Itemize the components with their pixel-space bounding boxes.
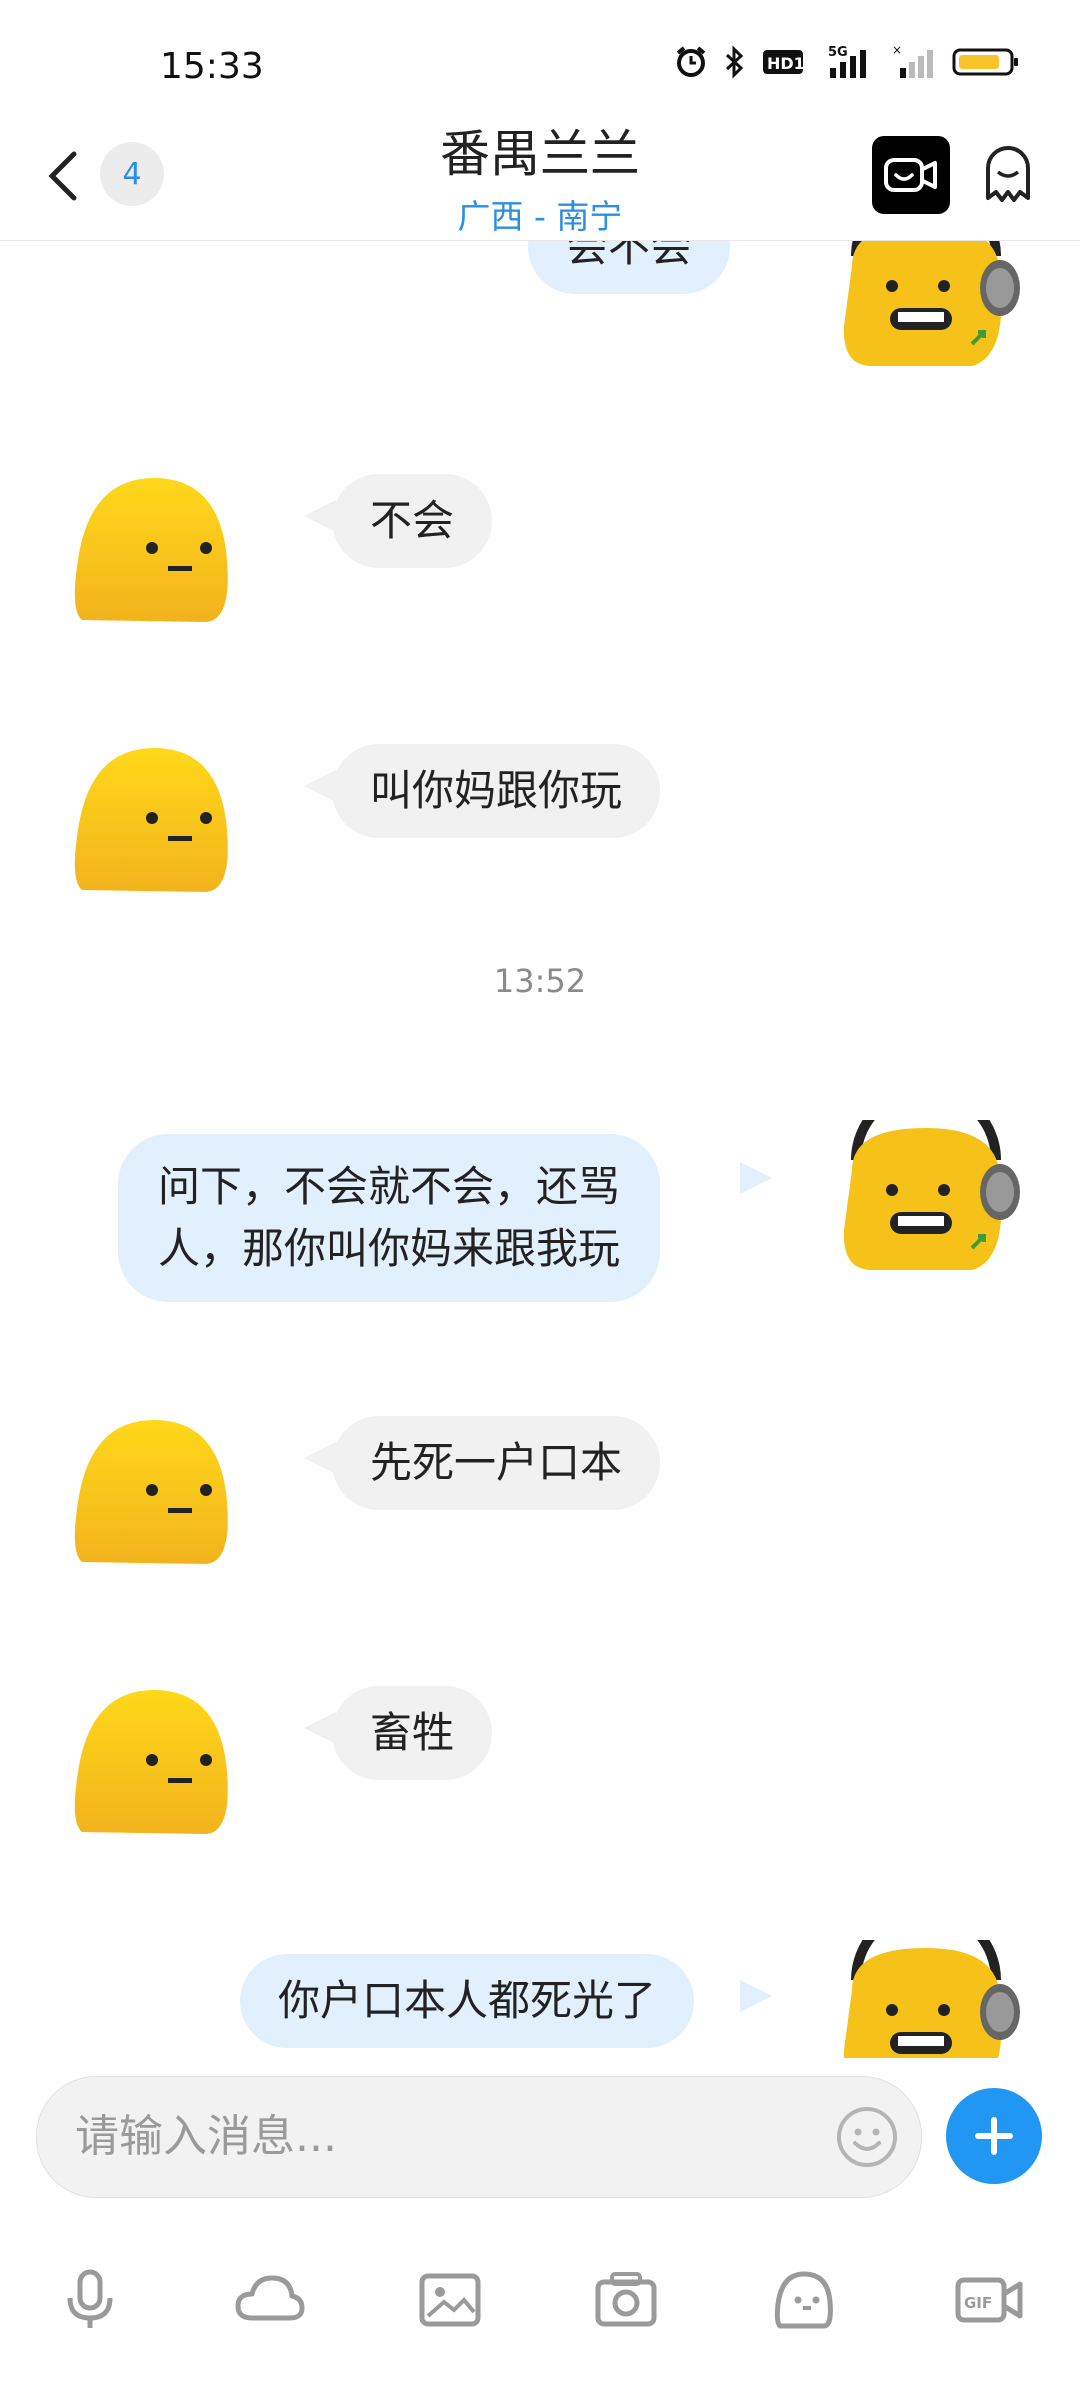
image-button[interactable] (410, 2260, 490, 2340)
my-avatar[interactable] (832, 1120, 1022, 1290)
chat-header: 4 番禺兰兰 广西 - 南宁 (0, 110, 1080, 241)
message-bubble-incoming[interactable]: 先死一户口本 (332, 1416, 661, 1510)
message-line: 人，那你叫你妈来跟我玩 (158, 1224, 621, 1273)
sticker-face-icon (774, 2271, 833, 2329)
input-toolbar: GIF (0, 2260, 1080, 2360)
bubble-tail (740, 1980, 772, 2012)
alarm-icon (674, 45, 708, 79)
camera-button[interactable] (586, 2260, 666, 2340)
svg-text:×: × (892, 44, 902, 57)
cloud-button[interactable] (230, 2260, 310, 2340)
time-separator: 13:52 (493, 962, 587, 1000)
message-bubble-incoming[interactable]: 畜牲 (332, 1686, 493, 1780)
my-avatar[interactable] (832, 240, 1022, 386)
battery-icon (952, 46, 1020, 78)
message-bubble-outgoing[interactable]: 会不会 (528, 240, 731, 294)
hd-label: HD1 (767, 54, 804, 73)
ghost-profile-icon (986, 146, 1030, 202)
my-avatar[interactable] (832, 1940, 1022, 2058)
bubble-tail (740, 1162, 772, 1194)
emoji-button[interactable] (835, 2105, 899, 2169)
gif-icon: GIF (955, 2277, 1023, 2323)
bluetooth-icon (724, 45, 746, 79)
plus-icon (975, 2117, 1013, 2155)
status-icons: HD1 5G × (674, 44, 1020, 80)
image-icon (419, 2273, 481, 2327)
status-bar: 15:33 HD1 5G × (0, 0, 1080, 120)
status-time: 15:33 (160, 46, 264, 87)
contact-avatar[interactable] (66, 470, 236, 630)
message-input-placeholder: 请输入消息... (75, 2111, 337, 2162)
contact-avatar[interactable] (66, 740, 236, 900)
video-camera-icon (884, 158, 937, 192)
signal-weak-icon: × (892, 44, 936, 80)
signal-5g-icon: 5G (820, 44, 876, 80)
message-bubble-outgoing[interactable]: 你户口本人都死光了 (240, 1954, 695, 2048)
message-bubble-outgoing[interactable]: 问下，不会就不会，还骂 人，那你叫你妈来跟我玩 (118, 1134, 661, 1302)
smiley-icon (837, 2107, 897, 2167)
microphone-icon (67, 2269, 113, 2328)
message-line: 问下，不会就不会，还骂 (158, 1162, 621, 1211)
message-list[interactable]: 会不会 不会 叫你妈跟你玩 13:52 问下，不会就不会，还骂 人，那你叫你妈来… (0, 240, 1080, 2058)
cloud-icon (235, 2275, 305, 2321)
profile-button[interactable] (976, 138, 1040, 210)
message-input[interactable]: 请输入消息... (36, 2076, 922, 2198)
voice-button[interactable] (50, 2260, 130, 2340)
video-call-button[interactable] (872, 136, 950, 214)
svg-text:GIF: GIF (964, 2294, 992, 2312)
network-label: 5G (828, 45, 848, 60)
message-bubble-incoming[interactable]: 叫你妈跟你玩 (332, 744, 661, 838)
camera-icon (595, 2272, 657, 2327)
contact-avatar[interactable] (66, 1682, 236, 1842)
more-actions-button[interactable] (946, 2088, 1042, 2184)
sticker-button[interactable] (764, 2260, 844, 2340)
gif-button[interactable]: GIF (950, 2260, 1030, 2340)
message-bubble-incoming[interactable]: 不会 (332, 474, 493, 568)
hd-icon: HD1 (762, 47, 804, 77)
contact-avatar[interactable] (66, 1412, 236, 1572)
